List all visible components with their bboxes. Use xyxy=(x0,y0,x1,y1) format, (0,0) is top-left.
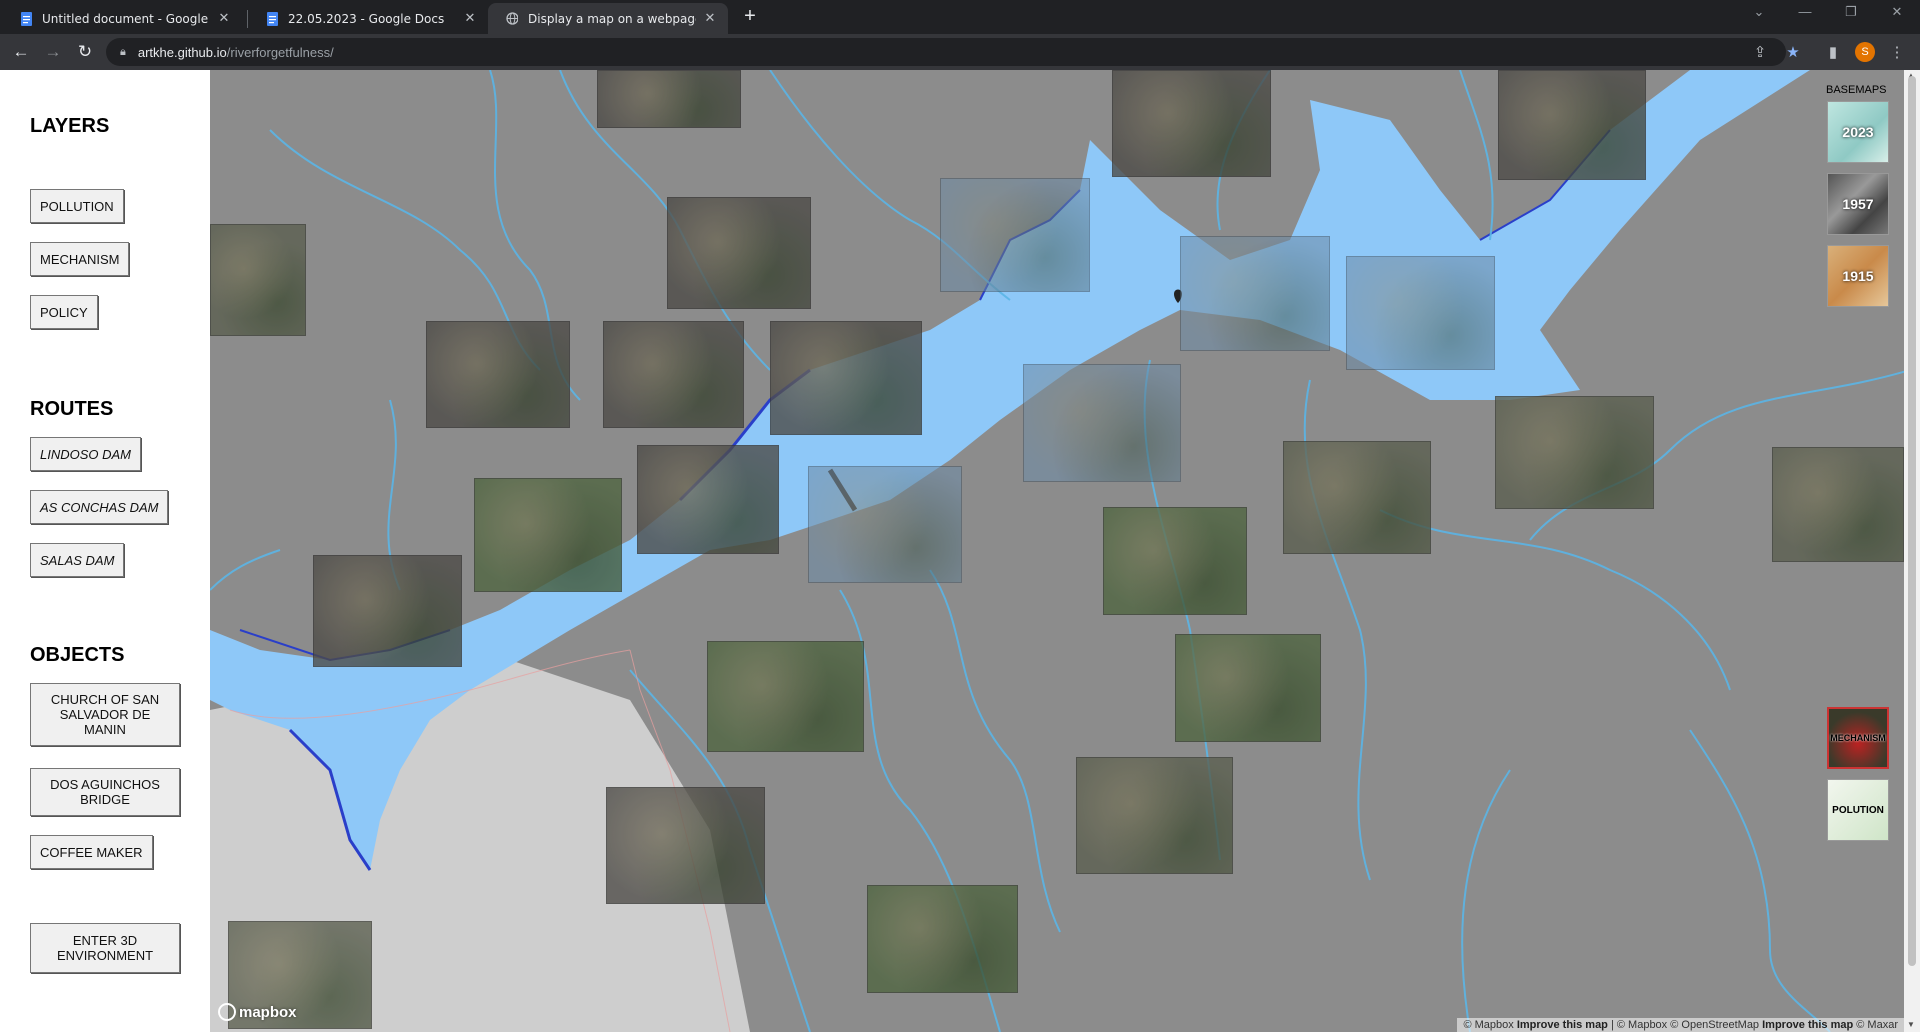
pollution-layer-toggle[interactable]: POLUTION xyxy=(1827,779,1889,841)
basemap-1915-button[interactable]: 1915 xyxy=(1827,245,1889,307)
globe-icon xyxy=(506,11,518,26)
lock-icon: 🔒︎ xyxy=(120,45,126,58)
close-icon[interactable]: ✕ xyxy=(462,11,478,26)
photo-marker[interactable] xyxy=(1076,757,1233,874)
scroll-down-arrow-icon[interactable]: ▼ xyxy=(1907,1020,1915,1029)
photo-marker[interactable] xyxy=(940,178,1090,292)
improve-map-link[interactable]: Improve this map xyxy=(1517,1019,1608,1031)
mapbox-logo-icon xyxy=(218,1003,236,1021)
basemap-2023-button[interactable]: 2023 xyxy=(1827,101,1889,163)
map-canvas[interactable]: BASEMAPS 2023 1957 1915 MECHANISM POLUTI… xyxy=(210,70,1904,1032)
photo-marker[interactable] xyxy=(808,466,962,583)
mechanism-layer-toggle[interactable]: MECHANISM xyxy=(1827,707,1889,769)
scrollbar-thumb[interactable] xyxy=(1908,76,1916,966)
object-coffee-maker-button[interactable]: COFFEE MAKER xyxy=(30,835,153,869)
layers-heading: LAYERS xyxy=(30,115,110,137)
photo-marker[interactable] xyxy=(606,787,765,904)
route-salas-dam-button[interactable]: SALAS DAM xyxy=(30,543,125,577)
browser-toolbar: ← → ↻ 🔒︎ artkhe.github.io/riverforgetful… xyxy=(0,34,1920,70)
policy-button[interactable]: POLICY xyxy=(30,295,98,329)
photo-marker[interactable] xyxy=(707,641,864,752)
basemap-1957-button[interactable]: 1957 xyxy=(1827,173,1889,235)
share-icon[interactable]: ⇪ xyxy=(1750,42,1770,62)
photo-marker[interactable] xyxy=(1346,256,1495,370)
docs-icon xyxy=(20,11,32,26)
photo-marker[interactable] xyxy=(426,321,570,428)
new-tab-button[interactable]: + xyxy=(738,5,762,28)
restore-icon[interactable]: ❐ xyxy=(1841,4,1861,20)
photo-marker[interactable] xyxy=(603,321,744,428)
tab-docs-22-05[interactable]: 22.05.2023 - Google Docs ✕ xyxy=(248,3,488,34)
page-scrollbar[interactable]: ▲ ▼ xyxy=(1904,70,1920,1032)
photo-marker[interactable] xyxy=(313,555,462,667)
photo-marker[interactable] xyxy=(1180,236,1330,351)
url-host: artkhe.github.io xyxy=(137,44,227,60)
tab-untitled-document[interactable]: Untitled document - Google Docs ✕ xyxy=(2,3,242,34)
mechanism-button[interactable]: MECHANISM xyxy=(30,242,130,276)
route-as-conchas-dam-button[interactable]: AS CONCHAS DAM xyxy=(30,490,169,524)
tab-display-map[interactable]: Display a map on a webpage ✕ xyxy=(488,3,728,34)
close-icon[interactable]: ✕ xyxy=(216,11,232,26)
url-path: /riverforgetfulness/ xyxy=(226,44,334,60)
objects-heading: OBJECTS xyxy=(30,644,125,666)
address-bar[interactable]: 🔒︎ artkhe.github.io/riverforgetfulness/ xyxy=(106,38,1786,66)
photo-marker[interactable] xyxy=(1023,364,1181,482)
pollution-button[interactable]: POLLUTION xyxy=(30,189,124,223)
improve-map-link-2[interactable]: Improve this map xyxy=(1762,1019,1853,1031)
route-lindoso-dam-button[interactable]: LINDOSO DAM xyxy=(30,437,142,471)
tab-search-icon[interactable]: ⌄ xyxy=(1749,4,1769,20)
photo-marker[interactable] xyxy=(1498,70,1646,180)
photo-marker[interactable] xyxy=(1772,447,1904,562)
map-attribution: © Mapbox Improve this map | © Mapbox © O… xyxy=(1457,1018,1904,1032)
reload-icon[interactable]: ↻ xyxy=(73,40,97,64)
basemaps-heading: BASEMAPS xyxy=(1826,84,1887,96)
side-panel-icon[interactable]: ▮ xyxy=(1823,42,1843,62)
photo-marker[interactable] xyxy=(1175,634,1321,742)
photo-marker[interactable] xyxy=(1112,70,1271,177)
routes-heading: ROUTES xyxy=(30,398,114,420)
photo-marker[interactable] xyxy=(1103,507,1247,615)
docs-icon xyxy=(266,11,278,26)
photo-marker[interactable] xyxy=(1283,441,1431,554)
avatar[interactable]: S xyxy=(1855,42,1875,62)
photo-marker[interactable] xyxy=(867,885,1018,993)
photo-marker[interactable] xyxy=(210,224,306,336)
object-bridge-button[interactable]: DOS AGUINCHOS BRIDGE xyxy=(30,768,180,816)
page-content: LAYERS POLLUTION MECHANISM POLICY ROUTES… xyxy=(0,70,1920,1032)
photo-marker[interactable] xyxy=(637,445,779,554)
photo-marker[interactable] xyxy=(597,70,741,128)
photo-marker[interactable] xyxy=(474,478,622,592)
enter-3d-button[interactable]: ENTER 3D ENVIRONMENT xyxy=(30,923,180,973)
tab-strip: Untitled document - Google Docs ✕ 22.05.… xyxy=(0,0,1920,34)
mapbox-logo[interactable]: mapbox xyxy=(218,1003,297,1021)
forward-icon[interactable]: → xyxy=(41,40,65,64)
photo-marker[interactable] xyxy=(667,197,811,309)
tab-title: Untitled document - Google Docs xyxy=(42,11,210,26)
tab-title: Display a map on a webpage xyxy=(528,11,696,26)
close-icon[interactable]: ✕ xyxy=(702,11,718,26)
bookmark-star-icon[interactable]: ★ xyxy=(1783,42,1803,62)
close-window-icon[interactable]: ✕ xyxy=(1887,4,1907,20)
back-icon[interactable]: ← xyxy=(9,40,33,64)
photo-marker[interactable] xyxy=(1495,396,1654,509)
menu-dots-icon[interactable]: ⋮ xyxy=(1887,42,1907,62)
minimize-icon[interactable]: — xyxy=(1795,4,1815,19)
photo-marker[interactable] xyxy=(770,321,922,435)
tab-title: 22.05.2023 - Google Docs xyxy=(288,11,445,26)
sidebar: LAYERS POLLUTION MECHANISM POLICY ROUTES… xyxy=(0,70,210,1032)
object-church-button[interactable]: CHURCH OF SAN SALVADOR DE MANIN xyxy=(30,683,180,746)
